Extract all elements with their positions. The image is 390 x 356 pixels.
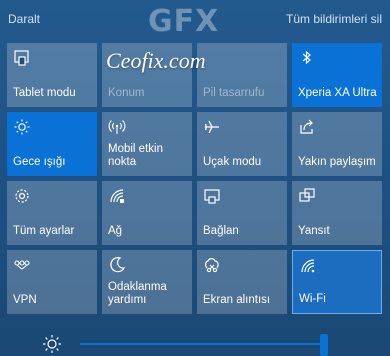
airplane-icon bbox=[203, 118, 221, 136]
tile-label: Ağ bbox=[108, 225, 123, 237]
vpn-icon bbox=[13, 256, 31, 274]
tile-label: Odaklanma yardımı bbox=[108, 281, 167, 306]
brightness-slider-track[interactable] bbox=[80, 343, 324, 345]
connect-icon bbox=[203, 187, 221, 205]
tile-label: Xperia XA Ultra bbox=[298, 87, 377, 99]
clear-all-notifications-link[interactable]: Tüm bildirimleri sil bbox=[286, 12, 382, 26]
tile-label: Tablet modu bbox=[13, 87, 76, 99]
tile-all-settings[interactable]: Tüm ayarlar bbox=[7, 181, 97, 245]
tile-network[interactable]: Ağ bbox=[102, 181, 192, 245]
tile-label: Yansıt bbox=[298, 225, 330, 237]
tile-label: Gece ışığı bbox=[13, 156, 66, 168]
network-icon bbox=[108, 187, 126, 205]
collapse-link[interactable]: Daralt bbox=[8, 12, 40, 26]
tile-label: VPN bbox=[13, 294, 37, 306]
tile-project[interactable]: Yansıt bbox=[292, 181, 382, 245]
tile-night-light[interactable]: Gece ışığı bbox=[7, 112, 97, 176]
bluetooth-icon bbox=[298, 49, 316, 67]
tile-screen-snip[interactable]: Ekran alıntısı bbox=[197, 250, 287, 314]
tile-label: Bağlan bbox=[203, 225, 239, 237]
tile-mobile-hotspot[interactable]: Mobil etkin nokta bbox=[102, 112, 192, 176]
action-center-panel: Daralt GFX Tüm bildirimleri sil Ceofix.c… bbox=[0, 0, 390, 356]
tile-label: Ekran alıntısı bbox=[203, 294, 271, 306]
gear-icon bbox=[13, 187, 31, 205]
project-icon bbox=[298, 187, 316, 205]
tablet-icon bbox=[13, 49, 31, 67]
tile-label: Tüm ayarlar bbox=[13, 225, 75, 237]
tile-label: Uçak modu bbox=[203, 156, 262, 168]
focus-assist-icon bbox=[108, 256, 126, 274]
tile-airplane-mode[interactable]: Uçak modu bbox=[197, 112, 287, 176]
tile-focus-assist[interactable]: Odaklanma yardımı bbox=[102, 250, 192, 314]
tile-bluetooth[interactable]: Xperia XA Ultra bbox=[292, 43, 382, 107]
tile-battery-saver[interactable]: Pil tasarrufu bbox=[197, 43, 287, 107]
tile-label: Wi-Fi bbox=[299, 293, 326, 305]
quick-actions-grid: Tablet modu Konum Pil tasarrufu Xperia X… bbox=[7, 43, 383, 314]
watermark-logo: GFX bbox=[148, 4, 220, 39]
brightness-row bbox=[0, 326, 390, 356]
tile-label: Konum bbox=[108, 87, 145, 99]
wifi-icon bbox=[299, 257, 317, 275]
brightness-icon bbox=[42, 334, 62, 354]
tile-label: Pil tasarrufu bbox=[203, 87, 265, 99]
action-center-header: Daralt GFX Tüm bildirimleri sil bbox=[0, 0, 390, 40]
nearby-share-icon bbox=[298, 118, 316, 136]
screen-snip-icon bbox=[203, 256, 221, 274]
tile-nearby-sharing[interactable]: Yakın paylaşım bbox=[292, 112, 382, 176]
tile-connect[interactable]: Bağlan bbox=[197, 181, 287, 245]
night-light-icon bbox=[13, 118, 31, 136]
mobile-hotspot-icon bbox=[108, 118, 126, 136]
tile-wifi[interactable]: Wi-Fi bbox=[292, 250, 382, 314]
tile-vpn[interactable]: VPN bbox=[7, 250, 97, 314]
tile-label: Mobil etkin nokta bbox=[108, 143, 163, 168]
tile-tablet-mode[interactable]: Tablet modu bbox=[7, 43, 97, 107]
watermark-site-text: Ceofix.com bbox=[106, 48, 206, 73]
brightness-slider-thumb[interactable] bbox=[320, 334, 328, 356]
tile-label: Yakın paylaşım bbox=[298, 156, 376, 168]
